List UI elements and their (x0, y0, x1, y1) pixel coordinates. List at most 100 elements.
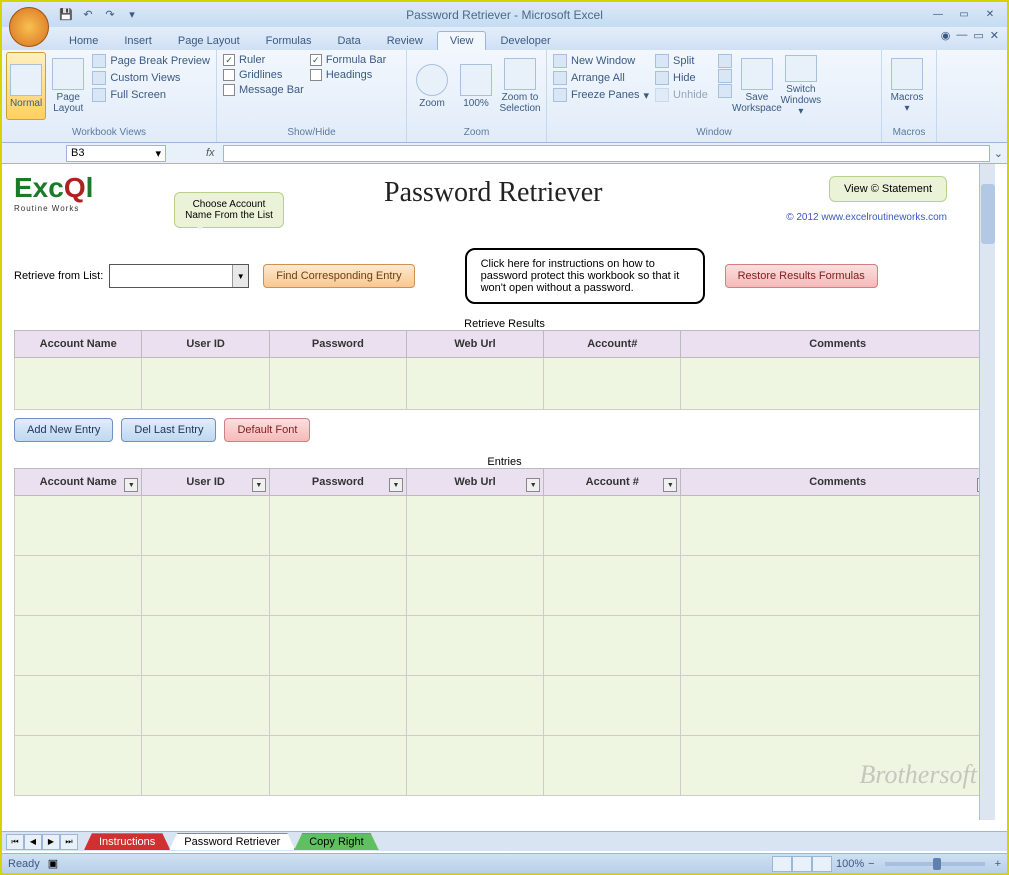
zoom-selection-button[interactable]: Zoom to Selection (499, 52, 541, 120)
cell[interactable] (269, 676, 406, 736)
cell[interactable] (269, 358, 406, 410)
view-statement-button[interactable]: View © Statement (829, 176, 947, 202)
cell[interactable] (406, 556, 543, 616)
cell[interactable] (15, 736, 142, 796)
cell[interactable] (544, 616, 681, 676)
cell[interactable] (15, 496, 142, 556)
formula-bar-checkbox[interactable]: Formula Bar (310, 54, 387, 66)
cell[interactable] (269, 496, 406, 556)
undo-icon[interactable]: ↶ (79, 6, 97, 24)
doc-restore-button[interactable]: ▭ (973, 29, 983, 42)
tab-nav-prev[interactable]: ◀ (24, 834, 42, 850)
zoom-slider-thumb[interactable] (933, 858, 941, 870)
cell[interactable] (15, 616, 142, 676)
cell[interactable] (681, 736, 995, 796)
cell[interactable] (406, 676, 543, 736)
ruler-checkbox[interactable]: Ruler (223, 54, 304, 66)
scrollbar-thumb[interactable] (981, 184, 995, 244)
zoom-out-button[interactable]: − (868, 858, 874, 870)
tab-review[interactable]: Review (375, 32, 435, 50)
tab-page-layout[interactable]: Page Layout (166, 32, 252, 50)
full-screen-button[interactable]: Full Screen (92, 88, 210, 102)
page-break-preview-button[interactable]: Page Break Preview (92, 54, 210, 68)
sync-scroll-icon[interactable] (718, 69, 732, 83)
tab-nav-last[interactable]: ⏭ (60, 834, 78, 850)
split-button[interactable]: Split (655, 54, 708, 68)
doc-close-button[interactable]: ✕ (990, 29, 999, 42)
cell[interactable] (681, 616, 995, 676)
cell[interactable] (142, 496, 269, 556)
cell[interactable] (544, 556, 681, 616)
col-account-num[interactable]: Account #▼ (544, 469, 681, 496)
normal-view-icon[interactable] (772, 856, 792, 872)
page-layout-view-button[interactable]: Page Layout (48, 52, 88, 120)
retrieve-combo[interactable]: ▼ (109, 264, 249, 288)
new-window-button[interactable]: New Window (553, 54, 649, 68)
office-button[interactable] (9, 7, 49, 47)
cell[interactable] (15, 556, 142, 616)
sheet-tab-instructions[interactable]: Instructions (84, 833, 170, 850)
message-bar-checkbox[interactable]: Message Bar (223, 84, 304, 96)
col-password[interactable]: Password▼ (269, 469, 406, 496)
cell[interactable] (406, 616, 543, 676)
cell[interactable] (544, 676, 681, 736)
redo-icon[interactable]: ↷ (101, 6, 119, 24)
save-workspace-button[interactable]: Save Workspace (736, 52, 778, 120)
tab-insert[interactable]: Insert (112, 32, 164, 50)
reset-pos-icon[interactable] (718, 84, 732, 98)
close-button[interactable]: ✕ (978, 7, 1002, 23)
tab-formulas[interactable]: Formulas (254, 32, 324, 50)
zoom-slider[interactable] (885, 862, 985, 866)
col-account-name[interactable]: Account Name▼ (15, 469, 142, 496)
filter-icon[interactable]: ▼ (526, 478, 540, 492)
help-icon[interactable]: ◉ (941, 29, 951, 42)
zoom-in-button[interactable]: + (995, 858, 1001, 870)
arrange-all-button[interactable]: Arrange All (553, 71, 649, 85)
custom-views-button[interactable]: Custom Views (92, 71, 210, 85)
cell[interactable] (544, 736, 681, 796)
cell[interactable] (269, 556, 406, 616)
filter-icon[interactable]: ▼ (252, 478, 266, 492)
cell[interactable] (406, 736, 543, 796)
cell[interactable] (681, 556, 995, 616)
cell[interactable] (681, 358, 995, 410)
sheet-tab-password-retriever[interactable]: Password Retriever (169, 833, 295, 850)
del-last-entry-button[interactable]: Del Last Entry (121, 418, 216, 442)
cell[interactable] (269, 616, 406, 676)
unhide-button[interactable]: Unhide (655, 88, 708, 102)
zoom-button[interactable]: Zoom (411, 52, 453, 120)
cell[interactable] (15, 676, 142, 736)
cell[interactable] (681, 676, 995, 736)
freeze-panes-button[interactable]: Freeze Panes ▾ (553, 88, 649, 102)
filter-icon[interactable]: ▼ (124, 478, 138, 492)
cell[interactable] (142, 676, 269, 736)
vertical-scrollbar[interactable] (979, 164, 995, 820)
page-layout-view-icon[interactable] (792, 856, 812, 872)
tab-nav-first[interactable]: ⏮ (6, 834, 24, 850)
cell[interactable] (406, 358, 543, 410)
cell[interactable] (142, 358, 269, 410)
headings-checkbox[interactable]: Headings (310, 69, 387, 81)
fx-icon[interactable]: fx (206, 147, 215, 159)
tab-developer[interactable]: Developer (488, 32, 562, 50)
tab-home[interactable]: Home (57, 32, 110, 50)
cell[interactable] (269, 736, 406, 796)
name-box[interactable]: B3▾ (66, 145, 166, 162)
gridlines-checkbox[interactable]: Gridlines (223, 69, 304, 81)
save-icon[interactable]: 💾 (57, 6, 75, 24)
find-entry-button[interactable]: Find Corresponding Entry (263, 264, 414, 288)
zoom-level[interactable]: 100% (836, 858, 864, 870)
cell[interactable] (15, 358, 142, 410)
cell[interactable] (544, 496, 681, 556)
doc-minimize-button[interactable]: — (956, 29, 967, 42)
tab-view[interactable]: View (437, 31, 487, 50)
tab-data[interactable]: Data (325, 32, 372, 50)
cell[interactable] (544, 358, 681, 410)
instructions-box[interactable]: Click here for instructions on how to pa… (465, 248, 705, 304)
filter-icon[interactable]: ▼ (389, 478, 403, 492)
col-user-id[interactable]: User ID▼ (142, 469, 269, 496)
expand-formula-icon[interactable]: ⌄ (994, 147, 1003, 160)
cell[interactable] (406, 496, 543, 556)
tab-nav-next[interactable]: ▶ (42, 834, 60, 850)
cell[interactable] (142, 736, 269, 796)
